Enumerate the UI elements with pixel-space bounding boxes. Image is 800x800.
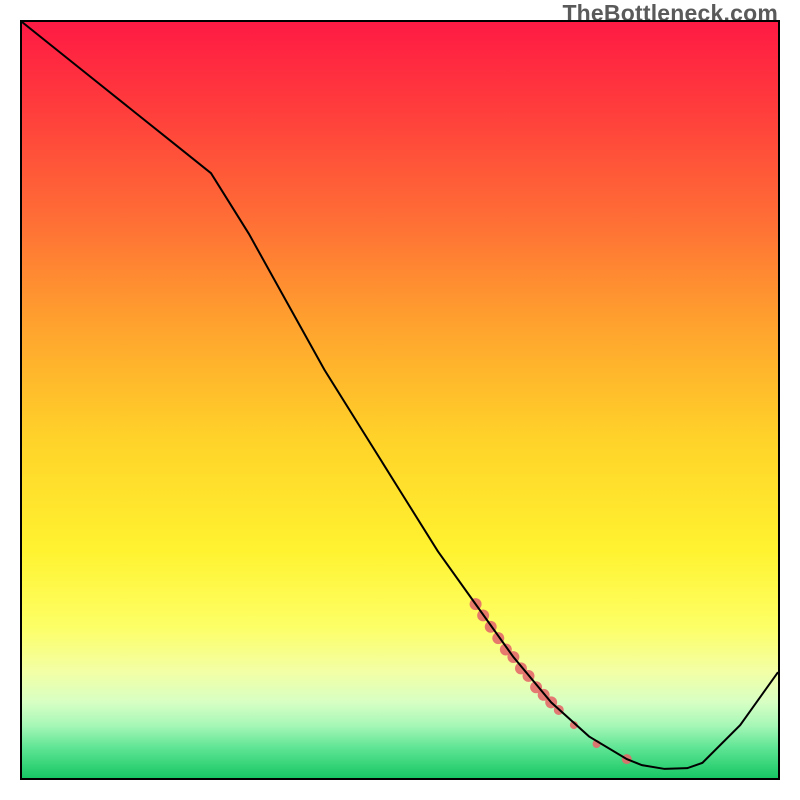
plot-area: [20, 20, 780, 780]
bottleneck-curve: [22, 22, 778, 769]
chart-svg: [22, 22, 778, 778]
highlight-band: [470, 598, 632, 764]
chart-container: TheBottleneck.com: [0, 0, 800, 800]
